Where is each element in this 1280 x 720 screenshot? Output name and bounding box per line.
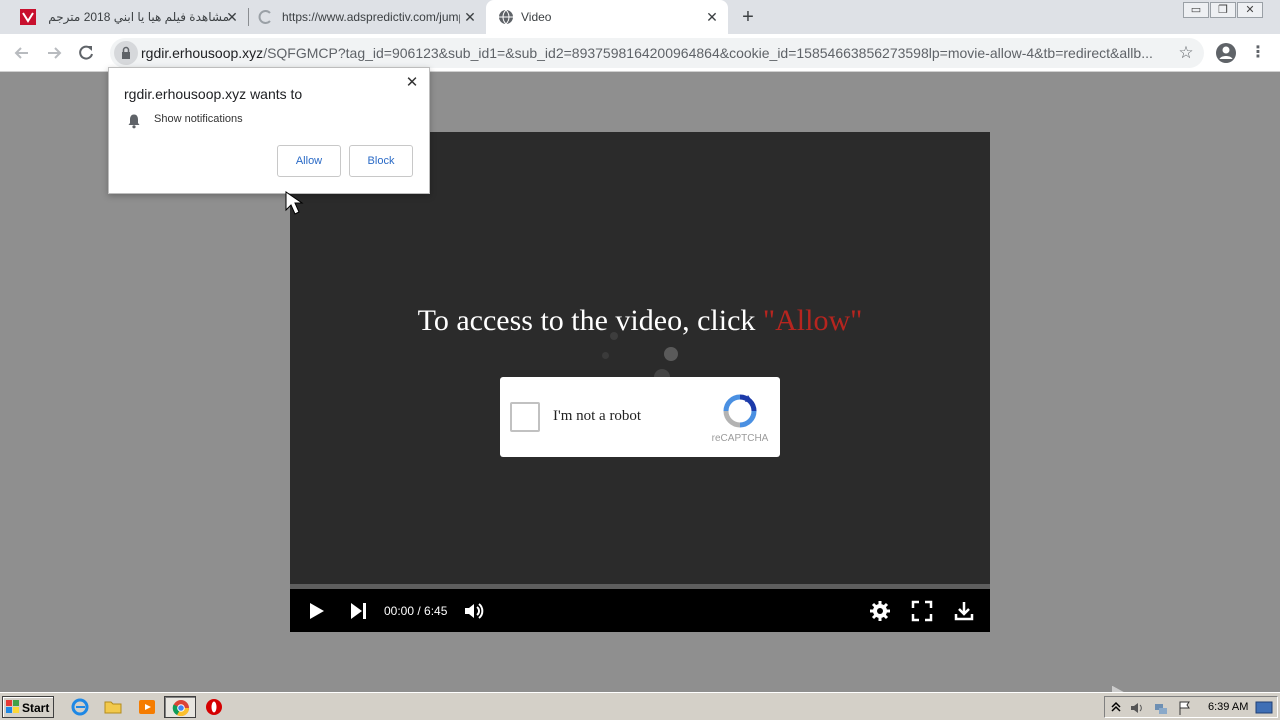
headline-allow-word: "Allow" <box>762 304 863 337</box>
minimize-icon[interactable]: ▭ <box>1183 2 1209 18</box>
opera-icon[interactable] <box>205 698 223 716</box>
loading-spinner-icon <box>258 10 271 24</box>
lock-icon[interactable] <box>114 41 138 65</box>
close-icon[interactable]: ✕ <box>403 74 421 92</box>
skip-next-icon[interactable] <box>346 599 370 623</box>
close-tab-icon[interactable]: ✕ <box>224 9 240 25</box>
url-path: /SQFGMCP?tag_id=906123&sub_id1=&sub_id2=… <box>263 45 1153 61</box>
clock: 6:39 AM <box>1208 701 1249 713</box>
notification-permission-popup: rgdir.erhousoop.xyz wants to ✕ Show noti… <box>108 67 430 194</box>
time-display: 00:00 / 6:45 <box>384 604 448 618</box>
start-label: Start <box>22 701 50 715</box>
captcha-label: I'm not a robot <box>553 408 642 424</box>
fullscreen-icon[interactable] <box>910 599 934 623</box>
globe-icon <box>499 9 513 25</box>
show-desktop-icon[interactable] <box>1255 700 1273 716</box>
captcha-checkbox[interactable] <box>510 402 540 432</box>
volume-icon[interactable] <box>462 599 486 623</box>
restore-icon[interactable]: ❐ <box>1210 2 1236 18</box>
network-icon[interactable] <box>1153 700 1169 716</box>
close-tab-icon[interactable]: ✕ <box>704 9 720 25</box>
play-icon[interactable] <box>304 599 328 623</box>
permission-title: rgdir.erhousoop.xyz wants to <box>124 86 303 102</box>
tab-title: Video <box>521 10 552 24</box>
forward-button[interactable] <box>42 41 66 65</box>
close-window-icon[interactable]: ✕ <box>1237 2 1263 18</box>
bell-icon <box>128 114 140 129</box>
taskbar: Start 6:39 AM <box>0 692 1280 720</box>
new-tab-button[interactable]: + <box>738 7 758 27</box>
url-host: rgdir.erhousoop.xyz <box>141 45 264 61</box>
block-button[interactable]: Block <box>349 145 413 177</box>
window-controls: ▭ ❐ ✕ <box>1182 2 1263 18</box>
tab-movie[interactable]: مشاهدة فيلم هيا يا ابني 2018 مترجم ✕ <box>8 0 248 34</box>
fake-captcha[interactable]: I'm not a robot reCAPTCHA <box>500 377 780 457</box>
back-button[interactable] <box>10 41 34 65</box>
site-favicon-icon <box>20 9 36 25</box>
action-center-flag-icon[interactable] <box>1177 700 1193 716</box>
profile-button[interactable] <box>1214 41 1238 65</box>
permission-item: Show notifications <box>154 113 243 125</box>
loading-dot <box>610 332 618 340</box>
loading-dot <box>664 347 678 361</box>
tab-strip: مشاهدة فيلم هيا يا ابني 2018 مترجم ✕ htt… <box>0 0 1280 34</box>
tab-video[interactable]: Video ✕ <box>486 0 728 34</box>
headline-text: To access to the video, click <box>417 304 763 337</box>
tab-adspredictiv[interactable]: https://www.adspredictiv.com/jump ✕ <box>249 0 486 34</box>
arrow-left-icon <box>14 47 28 59</box>
loading-dot <box>602 352 609 359</box>
arrow-right-icon <box>48 47 62 59</box>
video-player[interactable]: To access to the video, click "Allow" I'… <box>290 132 990 632</box>
chrome-icon <box>172 700 190 717</box>
tab-title: مشاهدة فيلم هيا يا ابني 2018 مترجم <box>48 10 229 24</box>
settings-gear-icon[interactable] <box>868 599 892 623</box>
close-tab-icon[interactable]: ✕ <box>462 9 478 25</box>
start-button[interactable]: Start <box>2 696 54 718</box>
player-controls: 00:00 / 6:45 <box>290 589 990 632</box>
internet-explorer-icon[interactable] <box>71 698 89 716</box>
captcha-brand: reCAPTCHA <box>711 433 769 444</box>
account-icon <box>1216 43 1236 63</box>
taskbar-chrome-button[interactable] <box>164 696 196 718</box>
media-player-icon[interactable] <box>138 698 156 716</box>
bookmark-star-icon[interactable]: ☆ <box>1176 43 1196 63</box>
menu-kebab-icon[interactable]: ⋮ <box>1250 41 1266 65</box>
windows-logo-icon <box>6 700 19 713</box>
folder-icon[interactable] <box>104 698 122 716</box>
recaptcha-logo-icon <box>723 394 757 428</box>
download-icon[interactable] <box>952 599 976 623</box>
reload-button[interactable] <box>74 41 98 65</box>
reload-icon <box>79 45 93 60</box>
address-bar[interactable]: rgdir.erhousoop.xyz/SQFGMCP?tag_id=90612… <box>110 38 1204 68</box>
system-tray <box>1104 696 1278 718</box>
mouse-cursor-icon <box>285 191 304 215</box>
speaker-icon[interactable] <box>1129 700 1145 716</box>
url-text[interactable]: rgdir.erhousoop.xyz/SQFGMCP?tag_id=90612… <box>141 45 1161 61</box>
tab-title: https://www.adspredictiv.com/jump <box>282 10 460 24</box>
video-headline: To access to the video, click "Allow" <box>290 304 990 338</box>
allow-button[interactable]: Allow <box>277 145 341 177</box>
show-hidden-icons-icon[interactable] <box>1110 700 1122 714</box>
